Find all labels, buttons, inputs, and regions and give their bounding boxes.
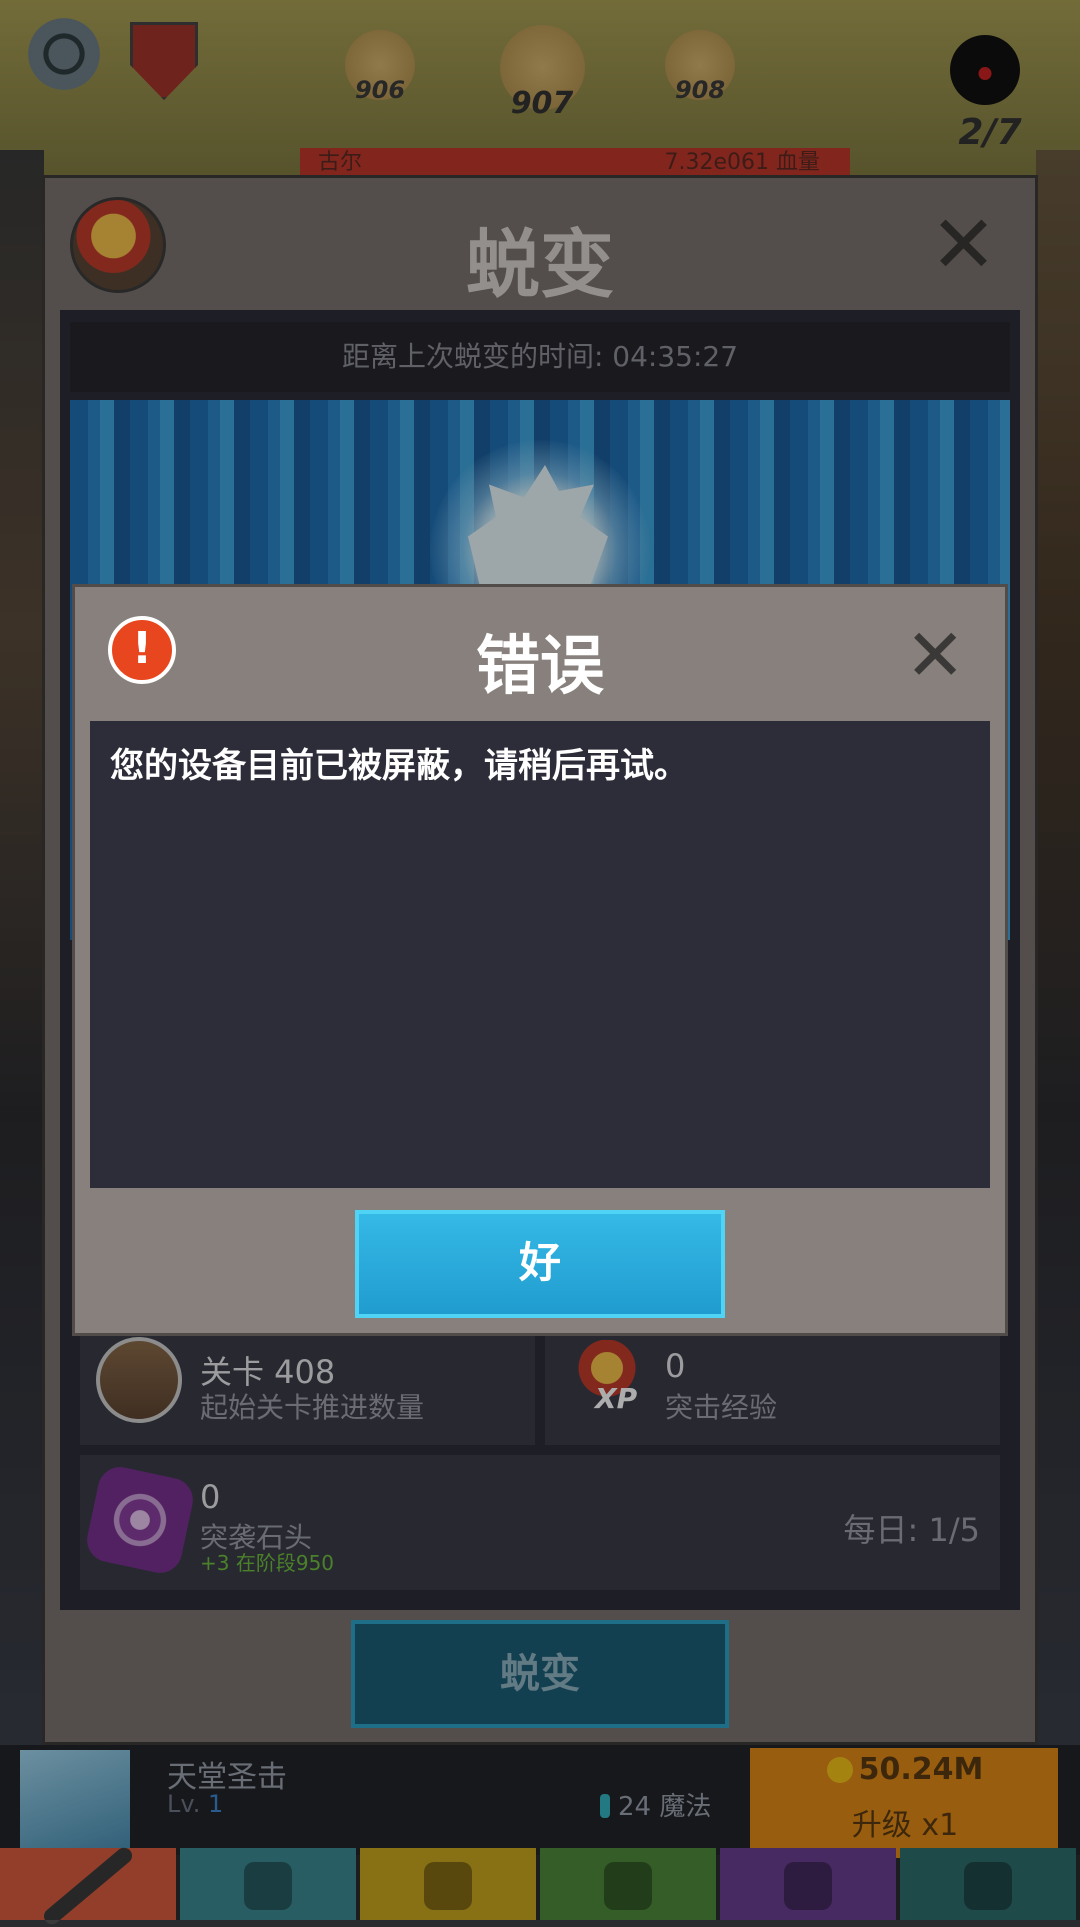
error-message-box <box>90 721 990 1188</box>
alert-icon: ! <box>108 616 176 684</box>
error-title: 错误 <box>476 630 604 704</box>
error-message: 您的设备目前已被屏蔽，请稍后再试。 <box>110 746 688 786</box>
close-icon[interactable]: ✕ <box>905 615 975 695</box>
ok-button[interactable]: 好 <box>355 1210 725 1318</box>
